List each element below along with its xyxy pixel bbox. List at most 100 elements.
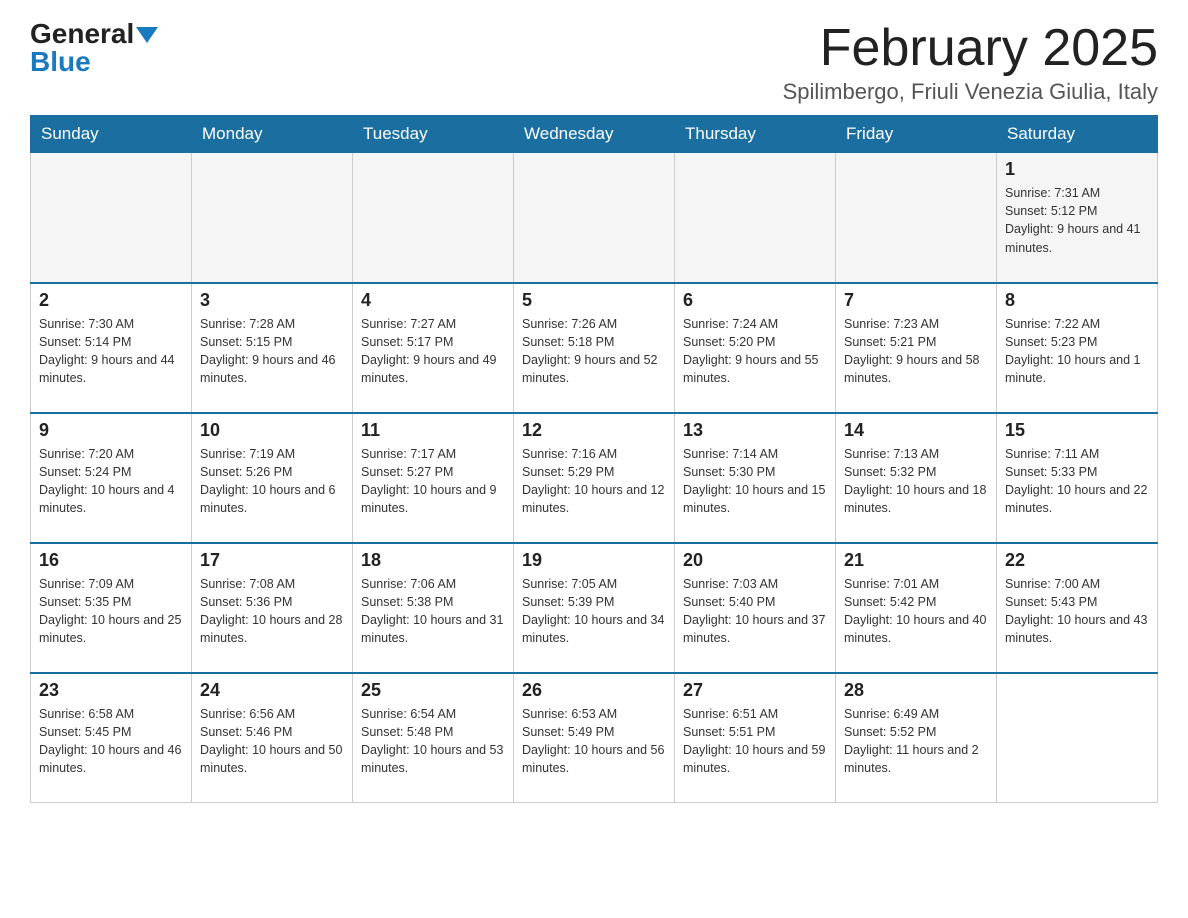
day-info: Sunrise: 7:19 AMSunset: 5:26 PMDaylight:… bbox=[200, 445, 344, 518]
logo-triangle-icon bbox=[136, 27, 158, 43]
day-info: Sunrise: 7:24 AMSunset: 5:20 PMDaylight:… bbox=[683, 315, 827, 388]
calendar-cell: 14 Sunrise: 7:13 AMSunset: 5:32 PMDayligh… bbox=[836, 413, 997, 543]
logo-general-text: General bbox=[30, 20, 134, 48]
day-info: Sunrise: 7:08 AMSunset: 5:36 PMDaylight:… bbox=[200, 575, 344, 648]
calendar-cell: 7 Sunrise: 7:23 AMSunset: 5:21 PMDaylight… bbox=[836, 283, 997, 413]
day-number: 19 bbox=[522, 550, 666, 571]
calendar-cell: 26 Sunrise: 6:53 AMSunset: 5:49 PMDayligh… bbox=[514, 673, 675, 803]
day-number: 7 bbox=[844, 290, 988, 311]
calendar-cell bbox=[836, 153, 997, 283]
calendar-header-sunday: Sunday bbox=[31, 116, 192, 153]
calendar-cell: 16 Sunrise: 7:09 AMSunset: 5:35 PMDayligh… bbox=[31, 543, 192, 673]
day-info: Sunrise: 7:05 AMSunset: 5:39 PMDaylight:… bbox=[522, 575, 666, 648]
calendar-header-thursday: Thursday bbox=[675, 116, 836, 153]
day-number: 12 bbox=[522, 420, 666, 441]
day-number: 2 bbox=[39, 290, 183, 311]
day-info: Sunrise: 7:01 AMSunset: 5:42 PMDaylight:… bbox=[844, 575, 988, 648]
day-number: 16 bbox=[39, 550, 183, 571]
day-number: 13 bbox=[683, 420, 827, 441]
day-number: 5 bbox=[522, 290, 666, 311]
day-number: 23 bbox=[39, 680, 183, 701]
day-info: Sunrise: 7:16 AMSunset: 5:29 PMDaylight:… bbox=[522, 445, 666, 518]
day-info: Sunrise: 7:14 AMSunset: 5:30 PMDaylight:… bbox=[683, 445, 827, 518]
calendar-cell: 27Sunrise: 6:51 AMSunset: 5:51 PMDayligh… bbox=[675, 673, 836, 803]
day-number: 11 bbox=[361, 420, 505, 441]
calendar-cell: 11Sunrise: 7:17 AMSunset: 5:27 PMDayligh… bbox=[353, 413, 514, 543]
calendar-cell: 4 Sunrise: 7:27 AMSunset: 5:17 PMDaylight… bbox=[353, 283, 514, 413]
day-number: 24 bbox=[200, 680, 344, 701]
calendar-cell: 6 Sunrise: 7:24 AMSunset: 5:20 PMDaylight… bbox=[675, 283, 836, 413]
day-info: Sunrise: 7:06 AMSunset: 5:38 PMDaylight:… bbox=[361, 575, 505, 648]
title-block: February 2025 Spilimbergo, Friuli Venezi… bbox=[783, 20, 1158, 105]
day-info: Sunrise: 6:56 AMSunset: 5:46 PMDaylight:… bbox=[200, 705, 344, 778]
day-info: Sunrise: 6:58 AMSunset: 5:45 PMDaylight:… bbox=[39, 705, 183, 778]
calendar-week-row-2: 2 Sunrise: 7:30 AMSunset: 5:14 PMDaylight… bbox=[31, 283, 1158, 413]
day-number: 28 bbox=[844, 680, 988, 701]
calendar-cell: 21 Sunrise: 7:01 AMSunset: 5:42 PMDayligh… bbox=[836, 543, 997, 673]
day-info: Sunrise: 7:09 AMSunset: 5:35 PMDaylight:… bbox=[39, 575, 183, 648]
calendar-subtitle: Spilimbergo, Friuli Venezia Giulia, Ital… bbox=[783, 79, 1158, 105]
calendar-cell: 17 Sunrise: 7:08 AMSunset: 5:36 PMDayligh… bbox=[192, 543, 353, 673]
calendar-cell: 2 Sunrise: 7:30 AMSunset: 5:14 PMDaylight… bbox=[31, 283, 192, 413]
logo: General Blue bbox=[30, 20, 158, 76]
day-info: Sunrise: 6:51 AMSunset: 5:51 PMDaylight:… bbox=[683, 705, 827, 778]
day-info: Sunrise: 7:26 AMSunset: 5:18 PMDaylight:… bbox=[522, 315, 666, 388]
calendar-week-row-5: 23 Sunrise: 6:58 AMSunset: 5:45 PMDayligh… bbox=[31, 673, 1158, 803]
day-number: 4 bbox=[361, 290, 505, 311]
calendar-cell: 22Sunrise: 7:00 AMSunset: 5:43 PMDayligh… bbox=[997, 543, 1158, 673]
calendar-cell: 12 Sunrise: 7:16 AMSunset: 5:29 PMDayligh… bbox=[514, 413, 675, 543]
day-info: Sunrise: 7:13 AMSunset: 5:32 PMDaylight:… bbox=[844, 445, 988, 518]
calendar-cell: 28 Sunrise: 6:49 AMSunset: 5:52 PMDayligh… bbox=[836, 673, 997, 803]
day-info: Sunrise: 6:54 AMSunset: 5:48 PMDaylight:… bbox=[361, 705, 505, 778]
day-number: 6 bbox=[683, 290, 827, 311]
page-header: General Blue February 2025 Spilimbergo, … bbox=[30, 20, 1158, 105]
day-info: Sunrise: 7:27 AMSunset: 5:17 PMDaylight:… bbox=[361, 315, 505, 388]
day-number: 3 bbox=[200, 290, 344, 311]
day-number: 8 bbox=[1005, 290, 1149, 311]
calendar-cell bbox=[675, 153, 836, 283]
calendar-week-row-4: 16 Sunrise: 7:09 AMSunset: 5:35 PMDayligh… bbox=[31, 543, 1158, 673]
day-info: Sunrise: 6:53 AMSunset: 5:49 PMDaylight:… bbox=[522, 705, 666, 778]
calendar-cell: 8 Sunrise: 7:22 AMSunset: 5:23 PMDaylight… bbox=[997, 283, 1158, 413]
day-info: Sunrise: 7:23 AMSunset: 5:21 PMDaylight:… bbox=[844, 315, 988, 388]
calendar-cell: 13 Sunrise: 7:14 AMSunset: 5:30 PMDayligh… bbox=[675, 413, 836, 543]
calendar-cell: 25 Sunrise: 6:54 AMSunset: 5:48 PMDayligh… bbox=[353, 673, 514, 803]
calendar-header-friday: Friday bbox=[836, 116, 997, 153]
calendar-cell: 15Sunrise: 7:11 AMSunset: 5:33 PMDayligh… bbox=[997, 413, 1158, 543]
day-number: 1 bbox=[1005, 159, 1149, 180]
calendar-header-row: SundayMondayTuesdayWednesdayThursdayFrid… bbox=[31, 116, 1158, 153]
calendar-cell bbox=[192, 153, 353, 283]
calendar-table: SundayMondayTuesdayWednesdayThursdayFrid… bbox=[30, 115, 1158, 803]
day-number: 10 bbox=[200, 420, 344, 441]
calendar-cell bbox=[514, 153, 675, 283]
calendar-cell: 10 Sunrise: 7:19 AMSunset: 5:26 PMDayligh… bbox=[192, 413, 353, 543]
day-number: 17 bbox=[200, 550, 344, 571]
day-number: 26 bbox=[522, 680, 666, 701]
calendar-cell: 20 Sunrise: 7:03 AMSunset: 5:40 PMDayligh… bbox=[675, 543, 836, 673]
calendar-header-saturday: Saturday bbox=[997, 116, 1158, 153]
calendar-cell: 24 Sunrise: 6:56 AMSunset: 5:46 PMDayligh… bbox=[192, 673, 353, 803]
day-number: 18 bbox=[361, 550, 505, 571]
calendar-cell: 5 Sunrise: 7:26 AMSunset: 5:18 PMDaylight… bbox=[514, 283, 675, 413]
day-info: Sunrise: 7:30 AMSunset: 5:14 PMDaylight:… bbox=[39, 315, 183, 388]
calendar-cell: 23 Sunrise: 6:58 AMSunset: 5:45 PMDayligh… bbox=[31, 673, 192, 803]
calendar-cell: 19 Sunrise: 7:05 AMSunset: 5:39 PMDayligh… bbox=[514, 543, 675, 673]
day-number: 14 bbox=[844, 420, 988, 441]
logo-blue-text: Blue bbox=[30, 46, 91, 77]
calendar-cell: 9Sunrise: 7:20 AMSunset: 5:24 PMDaylight… bbox=[31, 413, 192, 543]
day-number: 22 bbox=[1005, 550, 1149, 571]
calendar-cell: 3Sunrise: 7:28 AMSunset: 5:15 PMDaylight… bbox=[192, 283, 353, 413]
day-number: 21 bbox=[844, 550, 988, 571]
day-number: 25 bbox=[361, 680, 505, 701]
calendar-header-wednesday: Wednesday bbox=[514, 116, 675, 153]
day-info: Sunrise: 7:31 AMSunset: 5:12 PMDaylight:… bbox=[1005, 184, 1149, 257]
day-number: 20 bbox=[683, 550, 827, 571]
day-info: Sunrise: 6:49 AMSunset: 5:52 PMDaylight:… bbox=[844, 705, 988, 778]
calendar-cell: 18 Sunrise: 7:06 AMSunset: 5:38 PMDayligh… bbox=[353, 543, 514, 673]
calendar-header-monday: Monday bbox=[192, 116, 353, 153]
calendar-week-row-3: 9Sunrise: 7:20 AMSunset: 5:24 PMDaylight… bbox=[31, 413, 1158, 543]
day-info: Sunrise: 7:03 AMSunset: 5:40 PMDaylight:… bbox=[683, 575, 827, 648]
calendar-header-tuesday: Tuesday bbox=[353, 116, 514, 153]
day-info: Sunrise: 7:22 AMSunset: 5:23 PMDaylight:… bbox=[1005, 315, 1149, 388]
calendar-title: February 2025 bbox=[783, 20, 1158, 77]
